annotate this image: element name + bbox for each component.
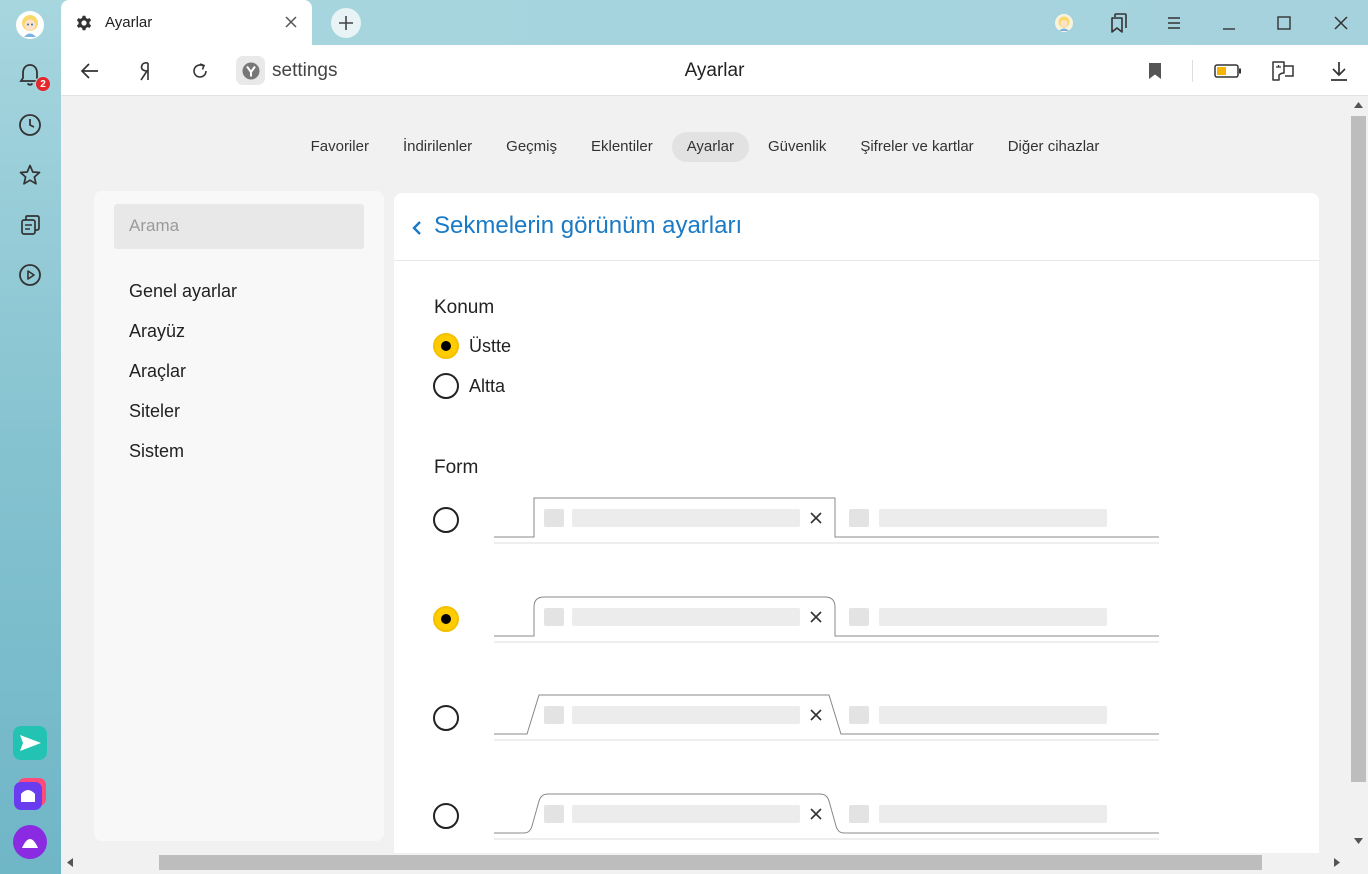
tab-shape-preview-trapezoid	[494, 694, 1159, 741]
smart-home-app-button[interactable]	[11, 774, 49, 812]
browser-sidebar: 2	[0, 0, 61, 874]
nav-favorites[interactable]: Favoriler	[296, 132, 384, 162]
hamburger-icon	[1168, 17, 1180, 29]
bookmark-button[interactable]	[1141, 57, 1169, 85]
position-option-top[interactable]: Üstte	[433, 333, 511, 359]
position-label: Konum	[434, 297, 495, 318]
collections-button[interactable]	[11, 206, 49, 244]
scroll-down-arrow-icon[interactable]	[1354, 838, 1363, 844]
messenger-app-button[interactable]	[11, 724, 49, 762]
collections-icon	[21, 215, 40, 235]
horizontal-scrollbar[interactable]	[61, 853, 1349, 872]
star-icon	[19, 164, 41, 185]
radio-button[interactable]	[433, 373, 459, 399]
form-option-rectangular[interactable]	[433, 507, 459, 533]
maximize-icon	[1277, 16, 1291, 30]
settings-sidebar: Arama Genel ayarlar Arayüz Araçlar Sitel…	[94, 191, 384, 841]
form-option-trapezoid[interactable]	[433, 705, 459, 731]
settings-top-nav: Favoriler İndirilenler Geçmiş Eklentiler…	[61, 132, 1349, 162]
close-icon	[1334, 16, 1348, 30]
bookmarks-collection-icon	[1111, 13, 1127, 33]
avatar-icon	[1055, 14, 1073, 32]
tab-title: Ayarlar	[105, 14, 153, 31]
bookmark-icon	[1149, 63, 1161, 79]
tab-shape-preview-rectangular	[494, 497, 1159, 544]
nav-extensions[interactable]: Eklentiler	[576, 132, 668, 162]
menu-button[interactable]	[1161, 10, 1187, 36]
horizontal-scroll-thumb[interactable]	[159, 855, 1262, 870]
position-option-bottom[interactable]: Altta	[433, 373, 505, 399]
tab-strip: Ayarlar	[61, 0, 1368, 45]
page-title: Ayarlar	[684, 60, 745, 81]
radio-label: Altta	[469, 375, 506, 396]
radio-button[interactable]	[433, 803, 459, 829]
history-button[interactable]	[11, 106, 49, 144]
battery-icon	[1214, 64, 1241, 78]
profile-mini-avatar[interactable]	[1051, 10, 1077, 36]
play-icon	[19, 264, 41, 286]
section-heading: Sekmelerin görünüm ayarları	[434, 212, 743, 239]
settings-page: Favoriler İndirilenler Geçmiş Eklentiler…	[61, 96, 1349, 853]
plus-icon	[339, 16, 353, 30]
menu-tools[interactable]: Araçlar	[129, 361, 186, 382]
scroll-right-arrow-icon[interactable]	[1334, 858, 1340, 867]
menu-system[interactable]: Sistem	[129, 441, 184, 462]
power-saving-button[interactable]	[1214, 57, 1242, 85]
profile-avatar[interactable]	[11, 6, 49, 44]
notification-badge: 2	[35, 76, 51, 92]
alice-app-button[interactable]	[11, 823, 49, 861]
tab-shape-preview-curved	[494, 793, 1159, 840]
notifications-button[interactable]: 2	[11, 56, 51, 94]
new-tab-button[interactable]	[331, 8, 361, 38]
nav-history[interactable]: Geçmiş	[491, 132, 572, 162]
radio-button-checked[interactable]	[433, 333, 459, 359]
alice-icon	[13, 825, 47, 859]
form-label: Form	[434, 457, 479, 478]
translate-button[interactable]	[1269, 57, 1297, 85]
translate-icon	[1272, 61, 1294, 81]
radio-button-checked[interactable]	[433, 606, 459, 632]
close-window-button[interactable]	[1328, 10, 1354, 36]
vertical-scroll-thumb[interactable]	[1351, 116, 1366, 782]
toolbar-divider	[1192, 60, 1193, 82]
radio-button[interactable]	[433, 507, 459, 533]
minimize-button[interactable]	[1216, 10, 1242, 36]
gear-icon	[75, 14, 93, 32]
form-option-rounded[interactable]	[433, 606, 459, 632]
nav-downloads[interactable]: İndirilenler	[388, 132, 487, 162]
settings-search-input[interactable]: Arama	[114, 204, 364, 249]
nav-other-devices[interactable]: Diğer cihazlar	[993, 132, 1115, 162]
heading-divider	[394, 260, 1319, 261]
menu-interface[interactable]: Arayüz	[129, 321, 185, 342]
scroll-left-arrow-icon[interactable]	[67, 858, 73, 867]
collections-toolbar-button[interactable]	[1106, 10, 1132, 36]
smart-home-icon	[14, 778, 46, 810]
clock-icon	[19, 114, 41, 136]
scroll-up-arrow-icon[interactable]	[1354, 102, 1363, 108]
radio-button[interactable]	[433, 705, 459, 731]
download-icon	[1331, 62, 1347, 81]
media-button[interactable]	[11, 256, 49, 294]
settings-main-panel: Sekmelerin görünüm ayarları Konum Üstte …	[394, 193, 1319, 853]
maximize-button[interactable]	[1271, 10, 1297, 36]
chevron-left-icon[interactable]	[410, 217, 424, 239]
downloads-button[interactable]	[1325, 57, 1353, 85]
address-bar: settings Ayarlar	[61, 45, 1368, 96]
close-tab-icon[interactable]	[282, 13, 300, 31]
form-option-curved-trapezoid[interactable]	[433, 803, 459, 829]
tab-shape-preview-rounded	[494, 596, 1159, 643]
minimize-icon	[1223, 28, 1235, 30]
messenger-icon	[13, 726, 47, 760]
tab-settings[interactable]: Ayarlar	[61, 0, 312, 45]
nav-settings[interactable]: Ayarlar	[671, 132, 749, 162]
nav-security[interactable]: Güvenlik	[753, 132, 841, 162]
vertical-scrollbar[interactable]	[1349, 96, 1368, 853]
radio-label: Üstte	[469, 335, 512, 356]
menu-sites[interactable]: Siteler	[129, 401, 180, 422]
menu-general[interactable]: Genel ayarlar	[129, 281, 237, 302]
bookmarks-button[interactable]	[11, 156, 49, 194]
nav-passwords[interactable]: Şifreler ve kartlar	[845, 132, 988, 162]
